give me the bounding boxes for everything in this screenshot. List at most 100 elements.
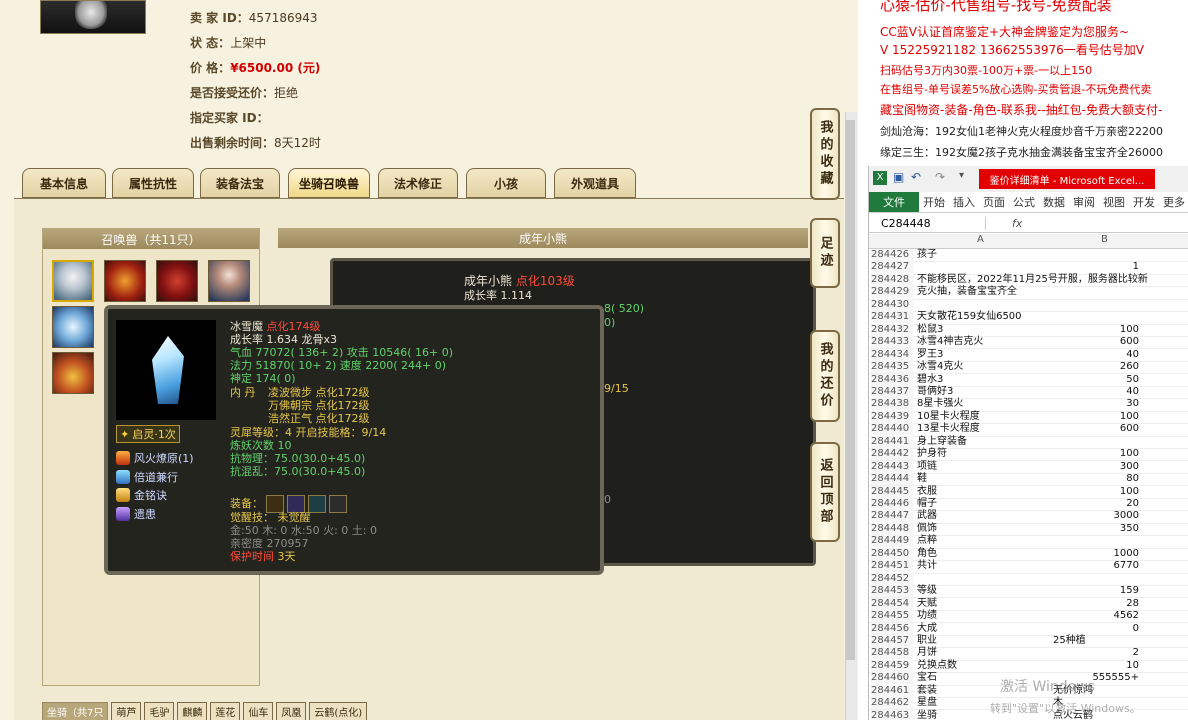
pet-slot[interactable]: [104, 260, 146, 302]
cell[interactable]: 13星卡火程度: [917, 423, 1053, 435]
cell[interactable]: 159: [1053, 585, 1139, 597]
cell[interactable]: 天女散花159女仙6500: [917, 311, 1053, 323]
table-row[interactable]: 284449 点粹: [869, 535, 1188, 549]
pet-slot[interactable]: [156, 260, 198, 302]
cell[interactable]: 角色: [917, 548, 1053, 560]
table-row[interactable]: 284431 天女散花159女仙6500: [869, 311, 1188, 325]
name-box[interactable]: C284448: [869, 216, 986, 230]
table-row[interactable]: 284427 1: [869, 261, 1188, 275]
cell[interactable]: 2: [1053, 647, 1139, 659]
pet-slot[interactable]: [52, 352, 94, 394]
cell[interactable]: 鞋: [917, 473, 1053, 485]
tab-equipment[interactable]: 装备法宝: [200, 168, 280, 198]
cell[interactable]: 1: [1053, 261, 1139, 273]
cell[interactable]: 共计: [917, 560, 1053, 572]
cell[interactable]: 260: [1053, 361, 1139, 373]
quick-access-dropdown-icon[interactable]: ▾: [959, 170, 964, 181]
back-to-top-button[interactable]: 返回顶部: [810, 442, 840, 542]
tab-mounts-pets[interactable]: 坐骑召唤兽: [288, 168, 370, 198]
cell[interactable]: 武器: [917, 510, 1053, 522]
cell[interactable]: 100: [1053, 324, 1139, 336]
cell[interactable]: 40: [1053, 349, 1139, 361]
cell[interactable]: 哥俩好3: [917, 386, 1053, 398]
fx-icon[interactable]: fx: [986, 217, 1022, 230]
column-header[interactable]: B: [1101, 234, 1108, 245]
cell[interactable]: 100: [1053, 411, 1139, 423]
cell[interactable]: 100: [1053, 486, 1139, 498]
mount-tag[interactable]: 萌芦: [111, 701, 142, 720]
table-row[interactable]: 284434 罗王3 40: [869, 348, 1188, 362]
ribbon-tab[interactable]: 页面: [979, 192, 1009, 212]
cell[interactable]: 不能移民区，2022年11月25号开服，服务器比较新: [917, 274, 1148, 286]
table-row[interactable]: 284440 13星卡火程度 600: [869, 423, 1188, 437]
cell[interactable]: 兑换点数: [917, 660, 1053, 672]
table-row[interactable]: 284456 大成 0: [869, 622, 1188, 636]
cell[interactable]: 月饼: [917, 647, 1053, 659]
mount-tag[interactable]: 仙车: [243, 701, 274, 720]
ribbon-tab[interactable]: 视图: [1099, 192, 1129, 212]
cell[interactable]: 350: [1053, 523, 1139, 535]
cell[interactable]: 身上穿装备: [917, 436, 1053, 448]
equip-icon[interactable]: [308, 495, 326, 513]
equip-icon[interactable]: [329, 495, 347, 513]
mount-tag[interactable]: 凤凰: [276, 701, 307, 720]
mount-tag[interactable]: 麒麟: [177, 701, 208, 720]
cell[interactable]: 职业: [917, 635, 1053, 647]
cell[interactable]: 28: [1053, 598, 1139, 610]
table-row[interactable]: 284444 鞋 80: [869, 473, 1188, 487]
ribbon-tab[interactable]: 审阅: [1069, 192, 1099, 212]
table-row[interactable]: 284432 松鼠3 100: [869, 323, 1188, 337]
cell[interactable]: 帽子: [917, 498, 1053, 510]
ribbon-tab-file[interactable]: 文件: [869, 192, 919, 212]
cell[interactable]: 50: [1053, 374, 1139, 386]
table-row[interactable]: 284429 克火抽，装备宝宝齐全: [869, 286, 1188, 300]
cell[interactable]: 4562: [1053, 610, 1139, 622]
cell[interactable]: 3000: [1053, 510, 1139, 522]
cell[interactable]: 大成: [917, 623, 1053, 635]
table-row[interactable]: 284445 衣服 100: [869, 485, 1188, 499]
table-row[interactable]: 284453 等级 159: [869, 585, 1188, 599]
ribbon-tab[interactable]: 开发: [1129, 192, 1159, 212]
cell[interactable]: 20: [1053, 498, 1139, 510]
cell[interactable]: 0: [1053, 623, 1139, 635]
table-row[interactable]: 284435 冰雪4克火 260: [869, 361, 1188, 375]
cell[interactable]: 等级: [917, 585, 1053, 597]
footprint-button[interactable]: 足迹: [810, 218, 840, 288]
pet-slot[interactable]: [52, 306, 94, 348]
table-row[interactable]: 284452: [869, 572, 1188, 586]
cell[interactable]: 冰雪4克火: [917, 361, 1053, 373]
ribbon-tab[interactable]: 公式: [1009, 192, 1039, 212]
cell[interactable]: 30: [1053, 398, 1139, 410]
cell[interactable]: 600: [1053, 336, 1139, 348]
cell[interactable]: 600: [1053, 423, 1139, 435]
cell[interactable]: 佩饰: [917, 523, 1053, 535]
cell[interactable]: 冰雪4神吉克火: [917, 336, 1053, 348]
tab-spell-mods[interactable]: 法术修正: [378, 168, 458, 198]
ribbon-tab[interactable]: 更多: [1159, 192, 1188, 212]
cell[interactable]: 点粹: [917, 535, 1053, 547]
cell[interactable]: 10星卡火程度: [917, 411, 1053, 423]
skill-item[interactable]: 金铭诀: [116, 487, 167, 503]
cell[interactable]: 300: [1053, 461, 1139, 473]
redo-icon[interactable]: ↷: [935, 170, 945, 184]
pet-slot[interactable]: [52, 260, 94, 302]
tab-attributes[interactable]: 属性抗性: [112, 168, 194, 198]
skill-item[interactable]: 遗患: [116, 506, 156, 522]
my-favorites-button[interactable]: 我的收藏: [810, 108, 840, 200]
cell[interactable]: 功绩: [917, 610, 1053, 622]
table-row[interactable]: 284443 项链 300: [869, 460, 1188, 474]
tab-children[interactable]: 小孩: [466, 168, 546, 198]
skill-item[interactable]: 倍道兼行: [116, 469, 178, 485]
my-bargain-button[interactable]: 我的还价: [810, 330, 840, 422]
column-header[interactable]: A: [977, 234, 984, 245]
table-row[interactable]: 284436 碧水3 50: [869, 373, 1188, 387]
cell[interactable]: 项链: [917, 461, 1053, 473]
table-row[interactable]: 284455 功绩 4562: [869, 610, 1188, 624]
cell[interactable]: 碧水3: [917, 374, 1053, 386]
ribbon-tab[interactable]: 数据: [1039, 192, 1069, 212]
cell[interactable]: 孩子: [917, 249, 1053, 261]
cell[interactable]: 100: [1053, 448, 1139, 460]
cell[interactable]: 天赋: [917, 598, 1053, 610]
table-row[interactable]: 284438 8星卡强火 30: [869, 398, 1188, 412]
page-scrollbar-thumb[interactable]: [846, 120, 855, 660]
